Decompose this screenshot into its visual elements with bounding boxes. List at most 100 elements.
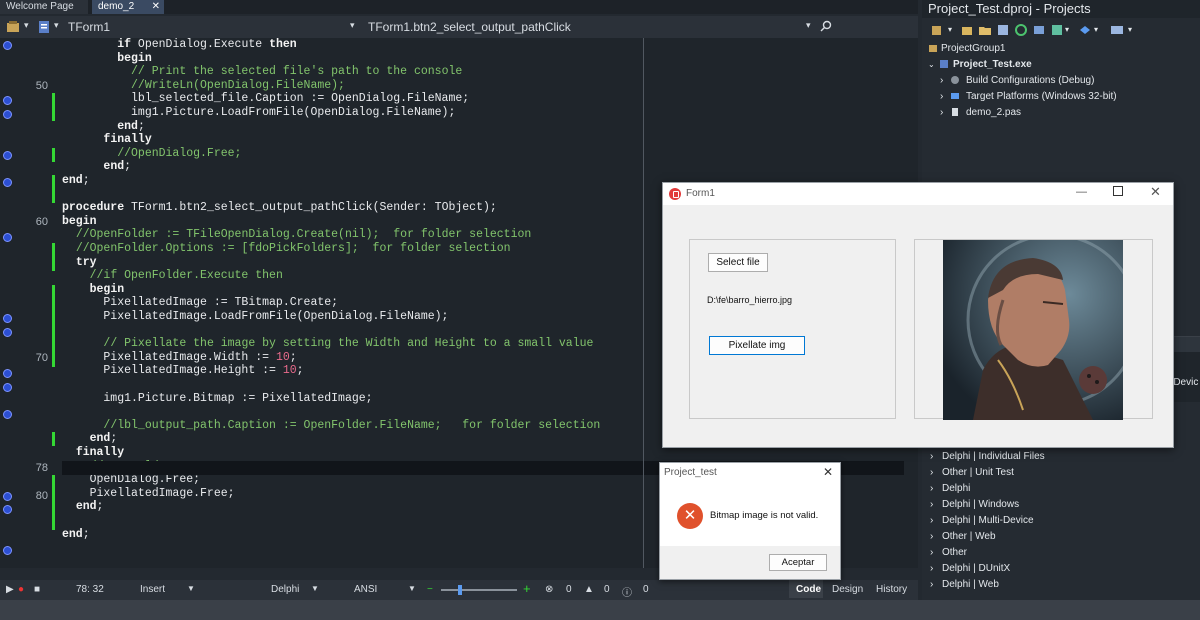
chevron-right-icon[interactable]: › <box>930 514 933 528</box>
build-config-item[interactable]: Build Configurations (Debug) <box>966 74 1094 88</box>
activate-icon[interactable] <box>930 23 944 42</box>
code-line[interactable]: img1.Picture.Bitmap := PixellatedImage; <box>62 392 372 406</box>
code-line[interactable]: //WriteLn(OpenDialog.FileName); <box>62 79 345 93</box>
code-line[interactable]: PixellatedImage.Width := 10; <box>62 351 296 365</box>
breakpoint-marker[interactable] <box>3 41 12 50</box>
breakpoint-marker[interactable] <box>3 178 12 187</box>
stop-icon[interactable]: ■ <box>34 584 40 595</box>
breakpoint-marker[interactable] <box>3 410 12 419</box>
code-line[interactable]: end; <box>62 500 104 514</box>
code-line[interactable]: begin <box>62 215 97 229</box>
project-group-item[interactable]: ProjectGroup1 <box>941 42 1005 56</box>
save-icon[interactable] <box>996 23 1010 42</box>
breakpoint-marker[interactable] <box>3 492 12 501</box>
close-icon[interactable]: ✕ <box>1150 184 1161 200</box>
code-line[interactable]: finally <box>62 133 151 147</box>
close-icon[interactable]: ✕ <box>152 0 160 14</box>
breakpoint-marker[interactable] <box>3 314 12 323</box>
close-icon[interactable]: ✕ <box>823 465 833 479</box>
sync-icon[interactable] <box>1032 23 1046 42</box>
code-line[interactable]: PixellatedImage.Free; <box>62 487 235 501</box>
breakpoint-marker[interactable] <box>3 233 12 242</box>
code-line[interactable]: // Print the selected file's path to the… <box>62 65 462 79</box>
chevron-right-icon[interactable]: › <box>930 530 933 544</box>
warning-icon[interactable]: ▲ <box>584 584 594 595</box>
template-item[interactable]: Delphi | Web <box>942 578 999 592</box>
breakpoint-marker[interactable] <box>3 328 12 337</box>
code-line[interactable]: //OpenFolder.Options := [fdoPickFolders]… <box>62 242 511 256</box>
code-line[interactable]: begin <box>62 283 125 297</box>
zoom-slider-thumb[interactable] <box>458 585 462 595</box>
play-icon[interactable]: ▶ <box>6 584 14 595</box>
chevron-right-icon[interactable]: › <box>930 546 933 560</box>
zoom-slider[interactable] <box>441 589 517 591</box>
chevron-right-icon[interactable]: › <box>930 466 933 480</box>
template-item[interactable]: Delphi | Individual Files <box>942 450 1045 464</box>
code-line[interactable]: try <box>62 256 97 270</box>
insert-mode[interactable]: Insert <box>140 584 165 595</box>
template-item[interactable]: Other | Web <box>942 530 996 544</box>
view-icon[interactable] <box>1110 23 1124 42</box>
chevron-right-icon[interactable]: › <box>930 562 933 576</box>
template-item[interactable]: Delphi | DUnitX <box>942 562 1010 576</box>
tab-code[interactable]: Code <box>796 584 821 595</box>
code-line[interactable]: PixellatedImage := TBitmap.Create; <box>62 296 338 310</box>
code-line[interactable]: //OpenDialog.Free; <box>62 147 241 161</box>
chevron-right-icon[interactable]: › <box>930 578 933 592</box>
chevron-down-icon[interactable]: ▾ <box>24 20 29 31</box>
chevron-down-icon[interactable]: ⌄ <box>928 58 935 72</box>
breakpoint-marker[interactable] <box>3 110 12 119</box>
project-item[interactable]: Project_Test.exe <box>953 58 1032 72</box>
unit-file-item[interactable]: demo_2.pas <box>966 106 1021 120</box>
breakpoint-marker[interactable] <box>3 383 12 392</box>
chevron-right-icon[interactable]: › <box>930 498 933 512</box>
search-icon[interactable] <box>820 20 832 35</box>
chevron-down-icon[interactable]: ▼ <box>187 584 195 593</box>
breakpoint-marker[interactable] <box>3 505 12 514</box>
chevron-down-icon[interactable]: ▼ <box>408 584 416 593</box>
code-line[interactable]: if OpenDialog.Execute then <box>62 38 296 52</box>
chevron-down-icon[interactable]: ▾ <box>1065 23 1069 37</box>
pixellate-button[interactable]: Pixellate img <box>709 336 805 355</box>
chevron-right-icon[interactable]: › <box>940 74 943 88</box>
chevron-down-icon[interactable]: ▾ <box>1128 23 1132 37</box>
breakpoint-marker[interactable] <box>3 546 12 555</box>
template-item[interactable]: Delphi | Multi-Device <box>942 514 1034 528</box>
chevron-down-icon[interactable]: ▾ <box>54 20 59 31</box>
breakpoint-marker[interactable] <box>3 369 12 378</box>
info-icon[interactable]: ⓘ <box>622 584 632 599</box>
tab-design[interactable]: Design <box>832 584 863 595</box>
refresh-icon[interactable] <box>1014 23 1028 42</box>
aceptar-button[interactable]: Aceptar <box>769 554 827 571</box>
code-line[interactable]: //if OpenFolder.Execute then <box>62 269 283 283</box>
chevron-right-icon[interactable]: › <box>940 90 943 104</box>
code-line[interactable]: procedure TForm1.btn2_select_output_path… <box>62 201 497 215</box>
method-selector[interactable]: TForm1.btn2_select_output_pathClick <box>368 20 571 34</box>
code-line[interactable]: OpenDialog.Free; <box>62 473 200 487</box>
editor-gutter[interactable]: 50 60 70 78 80 <box>0 38 62 568</box>
target-platform-item[interactable]: Target Platforms (Windows 32-bit) <box>966 90 1117 104</box>
build-icon[interactable] <box>1050 23 1064 42</box>
language-selector[interactable]: Delphi <box>271 584 299 595</box>
code-line[interactable]: img1.Picture.LoadFromFile(OpenDialog.Fil… <box>62 106 455 120</box>
tab-welcome-page[interactable]: Welcome Page <box>0 0 88 14</box>
zoom-out-icon[interactable]: − <box>427 584 433 595</box>
form1-titlebar[interactable]: Form1 — ✕ <box>663 183 1173 205</box>
chevron-down-icon[interactable]: ▾ <box>806 20 811 31</box>
error-icon[interactable]: ⊗ <box>545 584 553 595</box>
tab-demo-2[interactable]: demo_2 ✕ <box>92 0 164 14</box>
chevron-down-icon[interactable]: ▾ <box>1094 23 1098 37</box>
code-line[interactable]: end; <box>62 120 145 134</box>
chevron-right-icon[interactable]: › <box>930 450 933 464</box>
chevron-down-icon[interactable]: ▾ <box>350 20 355 31</box>
code-line[interactable]: //OpenFolder := TFileOpenDialog.Create(n… <box>62 228 531 242</box>
template-item[interactable]: Delphi <box>942 482 970 496</box>
code-line[interactable]: end; <box>62 174 90 188</box>
template-item[interactable]: Other | Unit Test <box>942 466 1014 480</box>
code-line[interactable]: end; <box>62 528 90 542</box>
template-item[interactable]: Delphi | Windows <box>942 498 1019 512</box>
deploy-icon[interactable] <box>1078 23 1092 42</box>
maximize-icon[interactable] <box>1113 186 1123 196</box>
template-item[interactable]: Other <box>942 546 967 560</box>
record-icon[interactable]: ● <box>18 584 24 595</box>
